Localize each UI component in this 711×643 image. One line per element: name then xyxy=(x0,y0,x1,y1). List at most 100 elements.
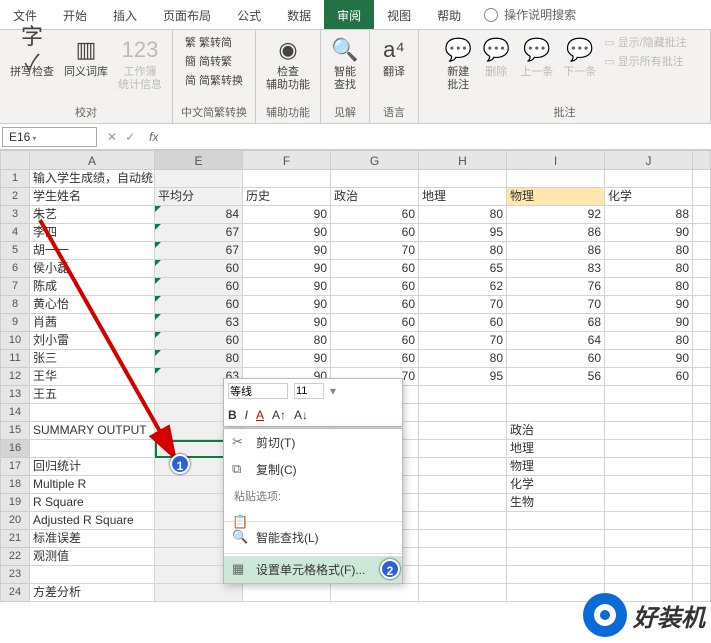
cell[interactable]: 陈成 xyxy=(30,278,155,296)
cell[interactable] xyxy=(693,494,711,512)
cell[interactable] xyxy=(605,566,693,584)
cell[interactable]: 60 xyxy=(331,314,419,332)
translate-button[interactable]: a⁴翻译 xyxy=(378,34,410,81)
cell[interactable]: 物理 xyxy=(507,458,605,476)
column-header[interactable] xyxy=(693,150,711,170)
row-header[interactable]: 18 xyxy=(0,476,30,494)
cell[interactable]: 90 xyxy=(243,296,331,314)
cell[interactable]: 90 xyxy=(605,314,693,332)
row-header[interactable]: 21 xyxy=(0,530,30,548)
prev-comment-button[interactable]: 💬上一条 xyxy=(518,34,555,81)
name-box[interactable]: E16 xyxy=(2,127,97,147)
cell[interactable] xyxy=(605,458,693,476)
cell[interactable]: 60 xyxy=(155,260,243,278)
font-color-button[interactable]: A xyxy=(256,408,264,422)
cell[interactable] xyxy=(693,422,711,440)
cell[interactable]: 地理 xyxy=(507,440,605,458)
cell[interactable] xyxy=(693,566,711,584)
cell[interactable]: 60 xyxy=(507,350,605,368)
ctx-format-cells[interactable]: ▦设置单元格格式(F)... xyxy=(224,556,402,583)
cell[interactable]: 政治 xyxy=(331,188,419,206)
cell[interactable]: 方差分析 xyxy=(30,584,155,602)
cell[interactable]: R Square xyxy=(30,494,155,512)
cell[interactable]: Multiple R xyxy=(30,476,155,494)
cell[interactable]: 83 xyxy=(507,260,605,278)
cell[interactable]: 90 xyxy=(243,278,331,296)
font-select[interactable] xyxy=(228,383,288,399)
tab-插入[interactable]: 插入 xyxy=(100,0,150,29)
cell[interactable]: 刘小雷 xyxy=(30,332,155,350)
cell[interactable]: 80 xyxy=(605,242,693,260)
row-header[interactable]: 10 xyxy=(0,332,30,350)
cell[interactable]: 56 xyxy=(507,368,605,386)
cell[interactable] xyxy=(693,296,711,314)
cell[interactable]: SUMMARY OUTPUT xyxy=(30,422,155,440)
cell[interactable] xyxy=(507,566,605,584)
cell[interactable] xyxy=(155,170,243,188)
tab-帮助[interactable]: 帮助 xyxy=(424,0,474,29)
chinese-convert-button[interactable]: 简 简繁转换 xyxy=(185,72,243,88)
cell[interactable] xyxy=(693,458,711,476)
tab-开始[interactable]: 开始 xyxy=(50,0,100,29)
cell[interactable] xyxy=(507,530,605,548)
cell[interactable] xyxy=(605,386,693,404)
cell[interactable] xyxy=(331,170,419,188)
cell[interactable]: 80 xyxy=(419,350,507,368)
cell[interactable] xyxy=(419,386,507,404)
cell[interactable] xyxy=(419,422,507,440)
column-header[interactable]: I xyxy=(507,150,605,170)
italic-button[interactable]: I xyxy=(245,408,248,422)
fx-icon[interactable]: fx xyxy=(143,130,164,144)
cell[interactable] xyxy=(693,368,711,386)
cell[interactable] xyxy=(605,440,693,458)
ctx-paste[interactable]: 📋 xyxy=(224,509,402,519)
cell[interactable]: 80 xyxy=(243,332,331,350)
cell[interactable] xyxy=(693,260,711,278)
cell[interactable]: 60 xyxy=(155,296,243,314)
cell[interactable] xyxy=(243,170,331,188)
cell[interactable] xyxy=(507,386,605,404)
cell[interactable] xyxy=(419,404,507,422)
cell[interactable] xyxy=(419,566,507,584)
cell[interactable]: 90 xyxy=(605,350,693,368)
cell[interactable]: 回归统计 xyxy=(30,458,155,476)
cell[interactable]: 84 xyxy=(155,206,243,224)
row-header[interactable]: 22 xyxy=(0,548,30,566)
row-header[interactable]: 11 xyxy=(0,350,30,368)
select-all-corner[interactable] xyxy=(0,150,30,170)
cell[interactable]: 胡一一 xyxy=(30,242,155,260)
tab-数据[interactable]: 数据 xyxy=(274,0,324,29)
cell[interactable] xyxy=(507,170,605,188)
workbook-stats-button[interactable]: 123工作簿 统计信息 xyxy=(116,34,164,94)
cell[interactable] xyxy=(605,404,693,422)
tab-公式[interactable]: 公式 xyxy=(224,0,274,29)
cell[interactable] xyxy=(693,188,711,206)
delete-comment-button[interactable]: 💬删除 xyxy=(480,34,512,81)
cell[interactable] xyxy=(605,530,693,548)
row-header[interactable]: 8 xyxy=(0,296,30,314)
cell[interactable] xyxy=(605,422,693,440)
cell[interactable] xyxy=(419,440,507,458)
cell[interactable]: 90 xyxy=(243,314,331,332)
cell[interactable] xyxy=(693,278,711,296)
cell[interactable]: 65 xyxy=(419,260,507,278)
cell[interactable]: 地理 xyxy=(419,188,507,206)
column-header[interactable]: J xyxy=(605,150,693,170)
cell[interactable]: 70 xyxy=(331,242,419,260)
cell[interactable]: 80 xyxy=(419,242,507,260)
cell[interactable] xyxy=(30,566,155,584)
cell[interactable] xyxy=(419,494,507,512)
cell[interactable] xyxy=(693,548,711,566)
cell[interactable]: 90 xyxy=(605,224,693,242)
cell[interactable] xyxy=(507,512,605,530)
cell[interactable] xyxy=(693,170,711,188)
cell[interactable]: 95 xyxy=(419,224,507,242)
cell[interactable]: 90 xyxy=(243,224,331,242)
cell[interactable] xyxy=(693,530,711,548)
cell[interactable] xyxy=(605,170,693,188)
cell[interactable]: 90 xyxy=(605,296,693,314)
cell[interactable]: 历史 xyxy=(243,188,331,206)
cell[interactable] xyxy=(507,404,605,422)
cell[interactable] xyxy=(693,332,711,350)
row-header[interactable]: 6 xyxy=(0,260,30,278)
